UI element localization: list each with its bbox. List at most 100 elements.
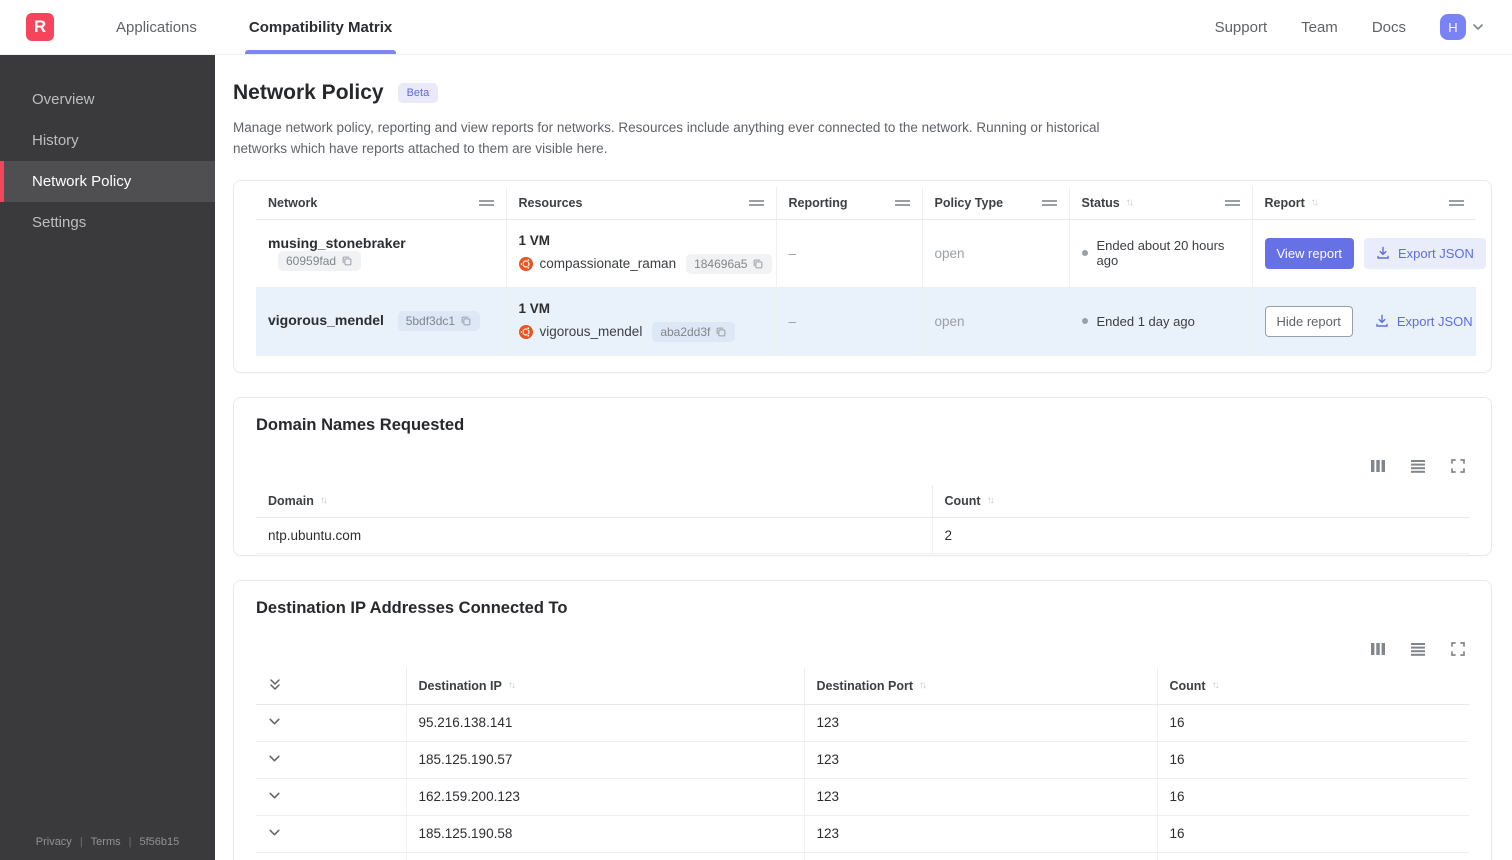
- column-resize-handle[interactable]: [894, 198, 910, 208]
- export-json-button[interactable]: Export JSON: [1364, 237, 1486, 269]
- network-row-selected[interactable]: vigorous_mendel 5bdf3dc1 1 VM vigorous_m…: [256, 287, 1476, 356]
- nav-link-support[interactable]: Support: [1215, 19, 1268, 36]
- copy-icon[interactable]: [460, 315, 472, 327]
- nav-link-team[interactable]: Team: [1301, 19, 1338, 36]
- vm-count: 1 VM: [518, 232, 551, 248]
- sort-icon[interactable]: ↑↓: [1126, 197, 1134, 208]
- nav-tab-applications[interactable]: Applications: [90, 0, 223, 54]
- col-header-count[interactable]: Count ↑↓: [932, 484, 1469, 518]
- view-report-button[interactable]: View report: [1264, 237, 1355, 269]
- user-menu[interactable]: H: [1440, 14, 1484, 40]
- destination-port-value: 123: [804, 815, 1158, 853]
- sort-icon[interactable]: ↑↓: [919, 680, 927, 691]
- row-density-icon[interactable]: [1409, 640, 1427, 658]
- resource-name: compassionate_raman: [539, 256, 677, 272]
- networks-table-header: Network Resources Reporting Policy Type: [256, 186, 1476, 220]
- expand-row-icon[interactable]: [268, 789, 281, 802]
- column-resize-handle[interactable]: [748, 198, 764, 208]
- domains-card-title: Domain Names Requested: [256, 415, 465, 434]
- columns-icon[interactable]: [1369, 457, 1387, 475]
- destination-row[interactable]: 185.125.190.58 123 16: [256, 815, 1469, 853]
- sidebar-item-overview[interactable]: Overview: [0, 79, 215, 120]
- resource-name: vigorous_mendel: [539, 324, 643, 340]
- expand-all-header[interactable]: [256, 667, 407, 705]
- col-header-count[interactable]: Count ↑↓: [1157, 667, 1469, 705]
- sort-icon[interactable]: ↑↓: [508, 680, 516, 691]
- sort-icon[interactable]: ↑↓: [987, 495, 995, 506]
- resource-id-pill[interactable]: 184696a5: [686, 253, 773, 274]
- col-header-destination-port[interactable]: Destination Port ↑↓: [804, 667, 1158, 705]
- col-header-network[interactable]: Network: [256, 186, 507, 220]
- sort-icon[interactable]: ↑↓: [1311, 197, 1319, 208]
- resource-id-pill[interactable]: aba2dd3f: [652, 321, 736, 342]
- sidebar-item-settings[interactable]: Settings: [0, 202, 215, 243]
- copy-icon[interactable]: [752, 258, 764, 270]
- fullscreen-icon[interactable]: [1449, 640, 1467, 658]
- destinations-table: Destination IP ↑↓ Destination Port ↑↓ Co…: [256, 667, 1469, 860]
- col-header-domain[interactable]: Domain ↑↓: [256, 484, 933, 518]
- network-id-pill[interactable]: 5bdf3dc1: [397, 311, 481, 332]
- main-content: Network Policy Beta Manage network polic…: [215, 55, 1512, 860]
- fullscreen-icon[interactable]: [1449, 457, 1467, 475]
- hide-report-button[interactable]: Hide report: [1264, 305, 1353, 337]
- column-resize-handle[interactable]: [478, 198, 494, 208]
- nav-tab-compatibility-matrix[interactable]: Compatibility Matrix: [223, 0, 418, 54]
- col-header-policy-type[interactable]: Policy Type: [922, 186, 1070, 220]
- domain-row[interactable]: ntp.ubuntu.com 2: [256, 517, 1469, 554]
- nav-link-docs[interactable]: Docs: [1372, 19, 1406, 36]
- page-description: Manage network policy, reporting and vie…: [233, 120, 1100, 156]
- networks-table: Network Resources Reporting Policy Type: [256, 186, 1486, 356]
- sidebar-item-label: Settings: [32, 214, 87, 231]
- sidebar-item-label: History: [32, 132, 79, 149]
- column-resize-handle[interactable]: [1041, 198, 1057, 208]
- sidebar-item-label: Network Policy: [32, 173, 132, 190]
- col-header-resources[interactable]: Resources: [506, 186, 777, 220]
- networks-card: Network Resources Reporting Policy Type: [233, 179, 1492, 373]
- sidebar-item-label: Overview: [32, 91, 95, 108]
- col-header-destination-ip[interactable]: Destination IP ↑↓: [406, 667, 805, 705]
- navbar-right: Support Team Docs H: [1215, 14, 1512, 40]
- destination-row[interactable]: 162.159.200.123 123 16: [256, 778, 1469, 816]
- destinations-card-title: Destination IP Addresses Connected To: [256, 598, 568, 617]
- sidebar: Overview History Network Policy Settings…: [0, 55, 215, 860]
- sidebar-item-network-policy[interactable]: Network Policy: [0, 161, 215, 202]
- reporting-value: –: [788, 313, 797, 329]
- count-value: 16: [1157, 852, 1469, 860]
- expand-row-icon[interactable]: [268, 752, 281, 765]
- destination-row[interactable]: 95.216.100.21 123 16: [256, 852, 1469, 860]
- network-name: musing_stonebraker: [268, 235, 406, 252]
- terms-link[interactable]: Terms: [91, 836, 121, 848]
- col-header-reporting[interactable]: Reporting: [776, 186, 923, 220]
- sidebar-item-history[interactable]: History: [0, 120, 215, 161]
- col-header-status[interactable]: Status ↑↓: [1069, 186, 1253, 220]
- network-id-pill[interactable]: 60959fad: [278, 251, 362, 272]
- divider: |: [128, 836, 132, 848]
- column-resize-handle[interactable]: [1449, 198, 1464, 208]
- expand-row-icon[interactable]: [268, 826, 281, 839]
- double-chevron-down-icon[interactable]: [268, 677, 282, 692]
- column-resize-handle[interactable]: [1224, 198, 1240, 208]
- table-toolbar: [258, 457, 1467, 475]
- sort-icon[interactable]: ↑↓: [320, 495, 328, 506]
- privacy-link[interactable]: Privacy: [36, 836, 72, 848]
- destination-ip-value: 185.125.190.57: [406, 741, 805, 779]
- avatar: H: [1440, 14, 1466, 40]
- copy-icon[interactable]: [341, 255, 353, 267]
- export-json-button[interactable]: Export JSON: [1363, 306, 1485, 337]
- divider: |: [79, 836, 83, 848]
- col-header-report[interactable]: Report ↑↓: [1252, 186, 1476, 220]
- destination-row[interactable]: 95.216.138.141 123 16: [256, 704, 1469, 742]
- policy-type-value: open: [934, 245, 965, 261]
- destination-row[interactable]: 185.125.190.57 123 16: [256, 741, 1469, 779]
- reporting-value: –: [788, 245, 797, 261]
- destinations-card: Destination IP Addresses Connected To De…: [233, 579, 1492, 860]
- destinations-table-header: Destination IP ↑↓ Destination Port ↑↓ Co…: [256, 667, 1469, 705]
- sort-icon[interactable]: ↑↓: [1212, 680, 1220, 691]
- row-density-icon[interactable]: [1409, 457, 1427, 475]
- app-logo[interactable]: R: [26, 13, 54, 41]
- page-title: Network Policy: [233, 81, 384, 104]
- network-row[interactable]: musing_stonebraker 60959fad 1 VM compass…: [256, 219, 1486, 288]
- columns-icon[interactable]: [1369, 640, 1387, 658]
- copy-icon[interactable]: [715, 326, 727, 338]
- expand-row-icon[interactable]: [268, 715, 281, 728]
